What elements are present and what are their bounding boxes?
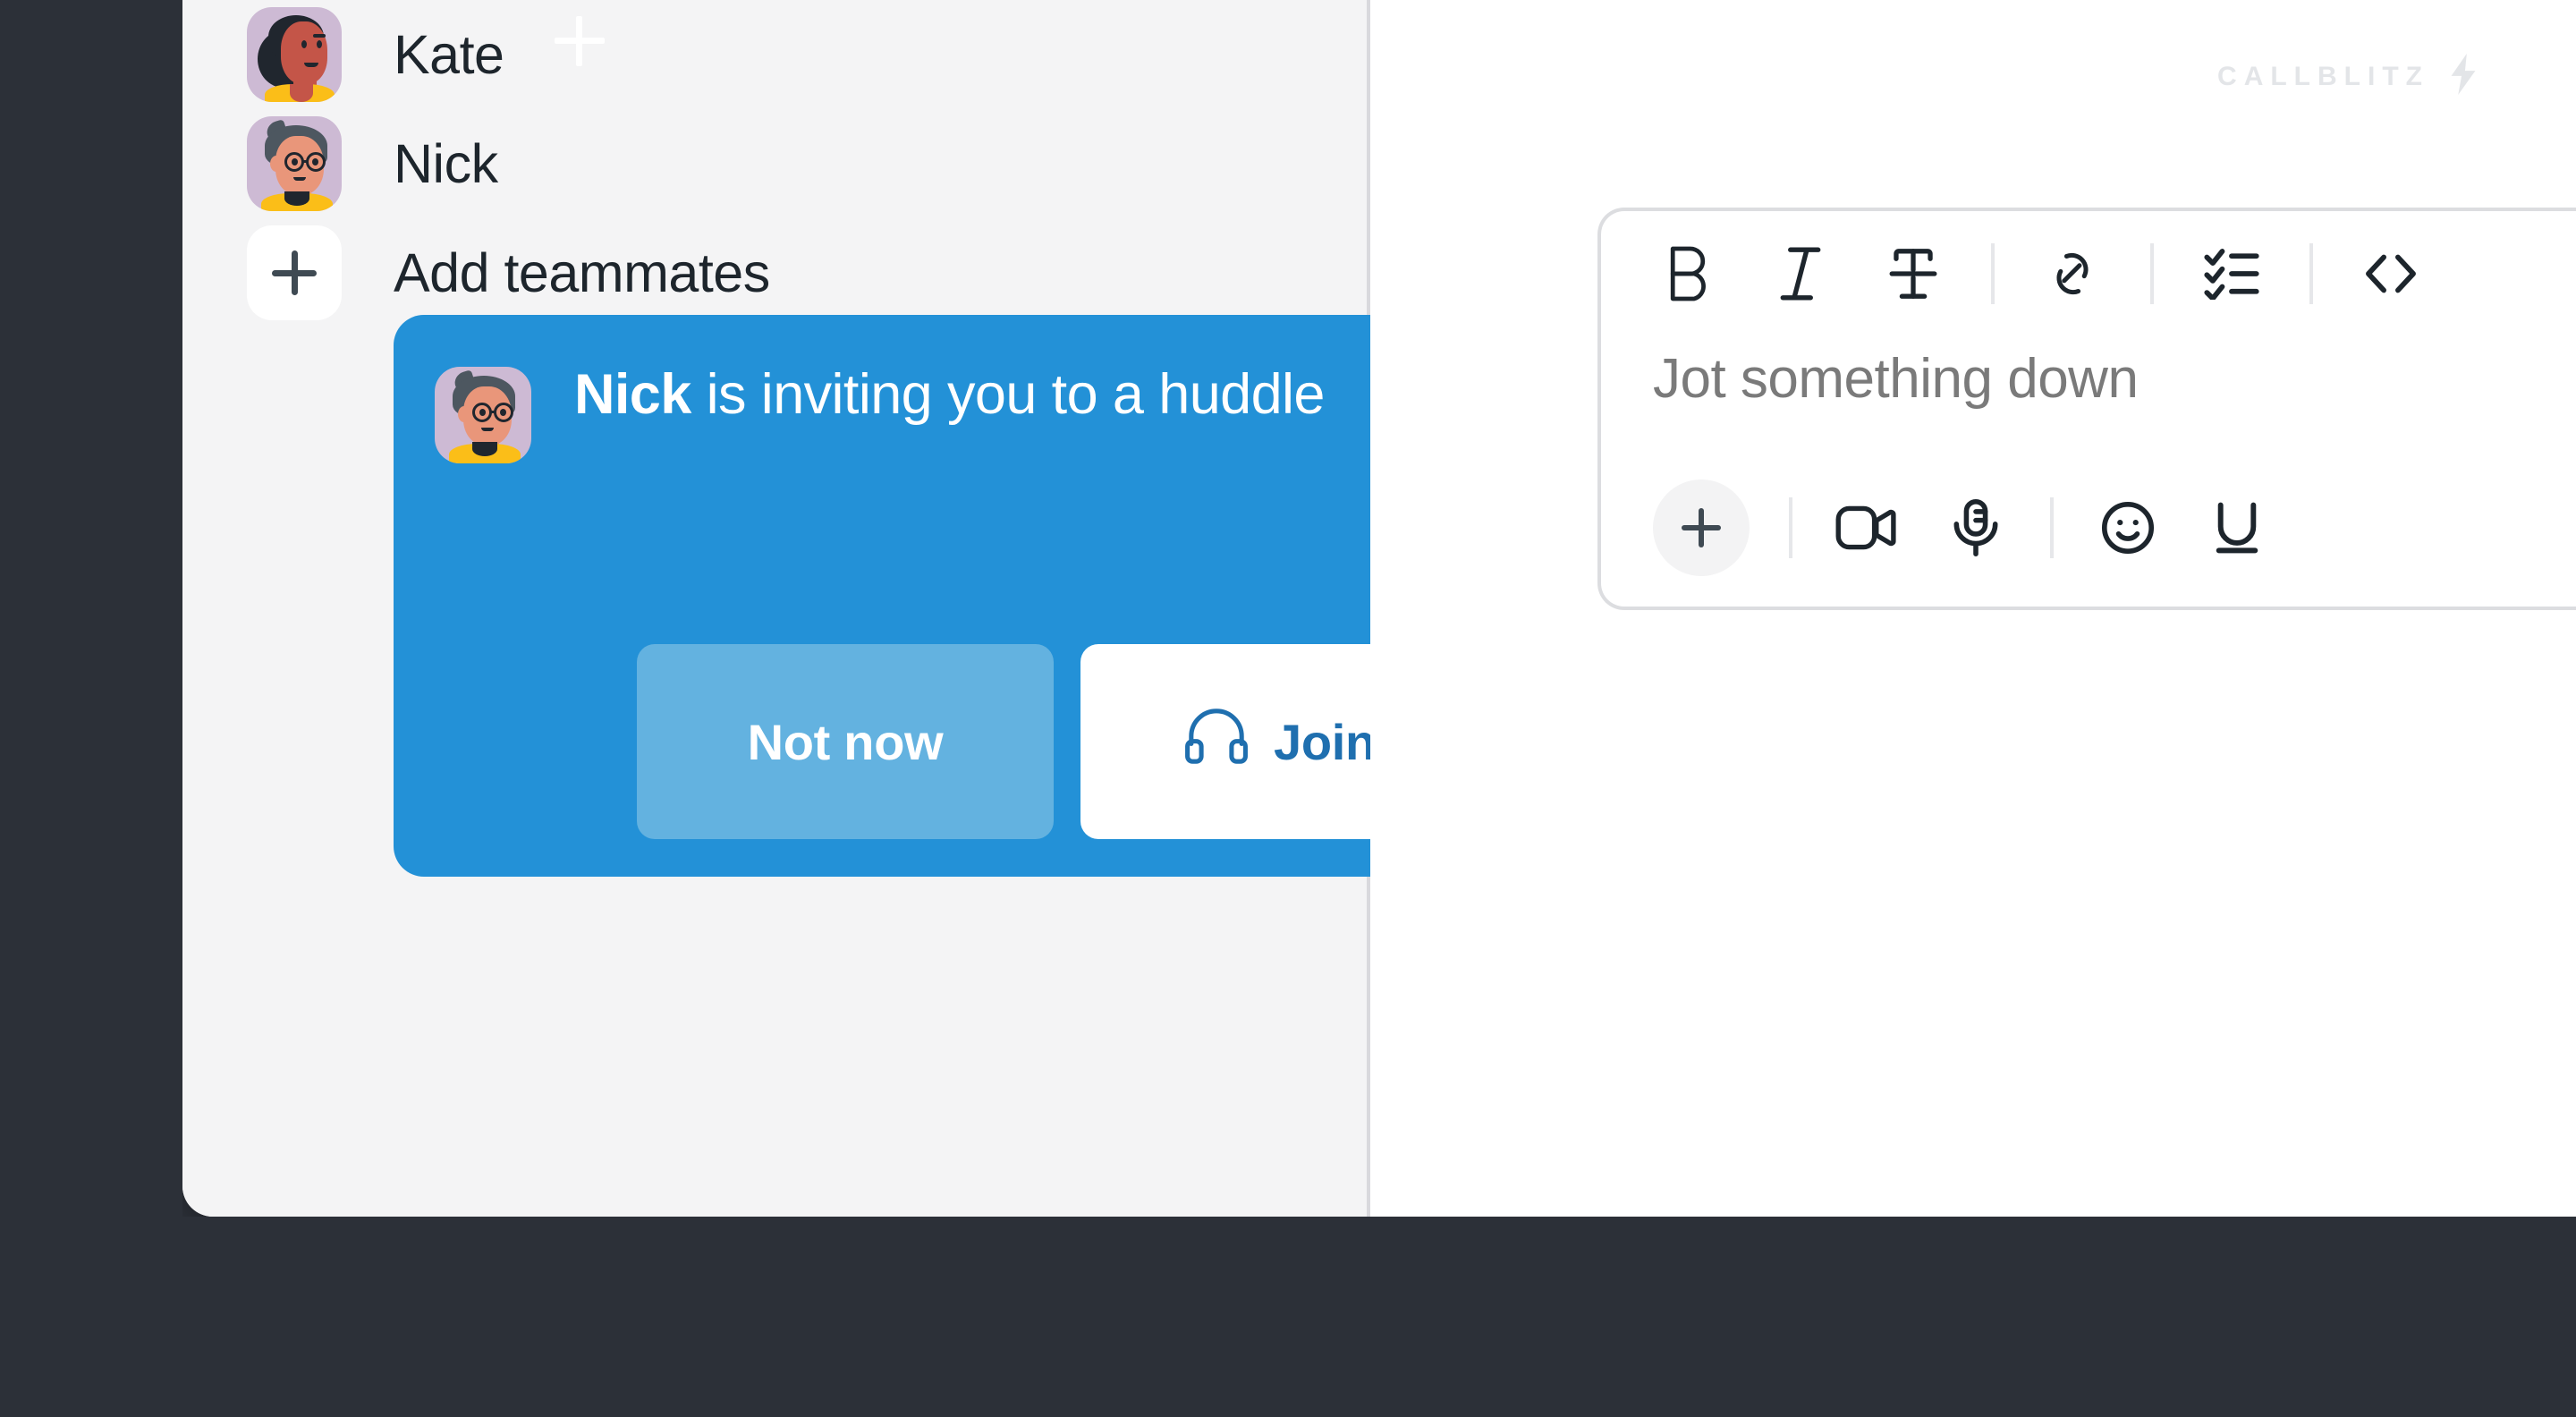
not-now-button[interactable]: Not now	[637, 644, 1054, 839]
strikethrough-icon[interactable]	[1878, 239, 1948, 309]
brand-name: CALLBLITZ	[2217, 61, 2429, 91]
toolbar-divider	[1991, 243, 1995, 304]
underline-icon[interactable]	[2202, 493, 2272, 563]
window-left-edge	[0, 0, 182, 1217]
bold-icon[interactable]	[1653, 239, 1723, 309]
link-icon[interactable]	[2038, 239, 2107, 309]
toolbar-divider	[2309, 243, 2313, 304]
action-divider	[1789, 497, 1792, 558]
main-panel: CALLBLITZ Jot something down	[1370, 0, 2576, 1217]
composer-format-toolbar	[1601, 211, 2576, 336]
headphones-icon	[1182, 708, 1250, 776]
message-composer[interactable]: Jot something down	[1597, 208, 2576, 610]
app-window: Kate Nick Add teammates Nick is inviting…	[182, 0, 2576, 1217]
huddle-inviter-avatar	[435, 367, 531, 463]
window-bottom-edge	[0, 1217, 2576, 1417]
sidebar-item-kate[interactable]: Kate	[182, 0, 1367, 109]
add-teammates-label: Add teammates	[394, 242, 770, 303]
huddle-invite-message: Nick is inviting you to a huddle	[574, 354, 1325, 428]
sidebar-item-nick[interactable]: Nick	[182, 109, 1367, 218]
composer-action-bar	[1653, 479, 2272, 576]
sidebar-item-add-teammates[interactable]: Add teammates	[182, 218, 1367, 327]
brand-watermark: CALLBLITZ	[2217, 54, 2481, 99]
action-divider	[2050, 497, 2054, 558]
huddle-message-rest: is inviting you to a huddle	[691, 363, 1326, 426]
avatar-nick	[247, 116, 342, 211]
huddle-inviter-name: Nick	[574, 363, 691, 426]
microphone-icon[interactable]	[1941, 493, 2011, 563]
video-icon[interactable]	[1832, 493, 1902, 563]
toolbar-divider	[2150, 243, 2154, 304]
crosshair-plus-cursor	[555, 16, 605, 66]
emoji-icon[interactable]	[2093, 493, 2163, 563]
checklist-icon[interactable]	[2197, 239, 2267, 309]
avatar-kate	[247, 7, 342, 102]
code-icon[interactable]	[2356, 239, 2426, 309]
italic-icon[interactable]	[1766, 239, 1835, 309]
composer-placeholder[interactable]: Jot something down	[1601, 347, 2576, 411]
sidebar: Kate Nick Add teammates Nick is inviting…	[182, 0, 1519, 1217]
lightning-bolt-icon	[2445, 54, 2481, 99]
member-name: Kate	[394, 23, 504, 85]
plus-icon	[247, 225, 342, 320]
join-label: Join	[1274, 713, 1376, 770]
huddle-invite-card: Nick is inviting you to a huddle Not now…	[394, 315, 1519, 877]
member-name: Nick	[394, 132, 498, 194]
add-icon[interactable]	[1653, 479, 1750, 576]
